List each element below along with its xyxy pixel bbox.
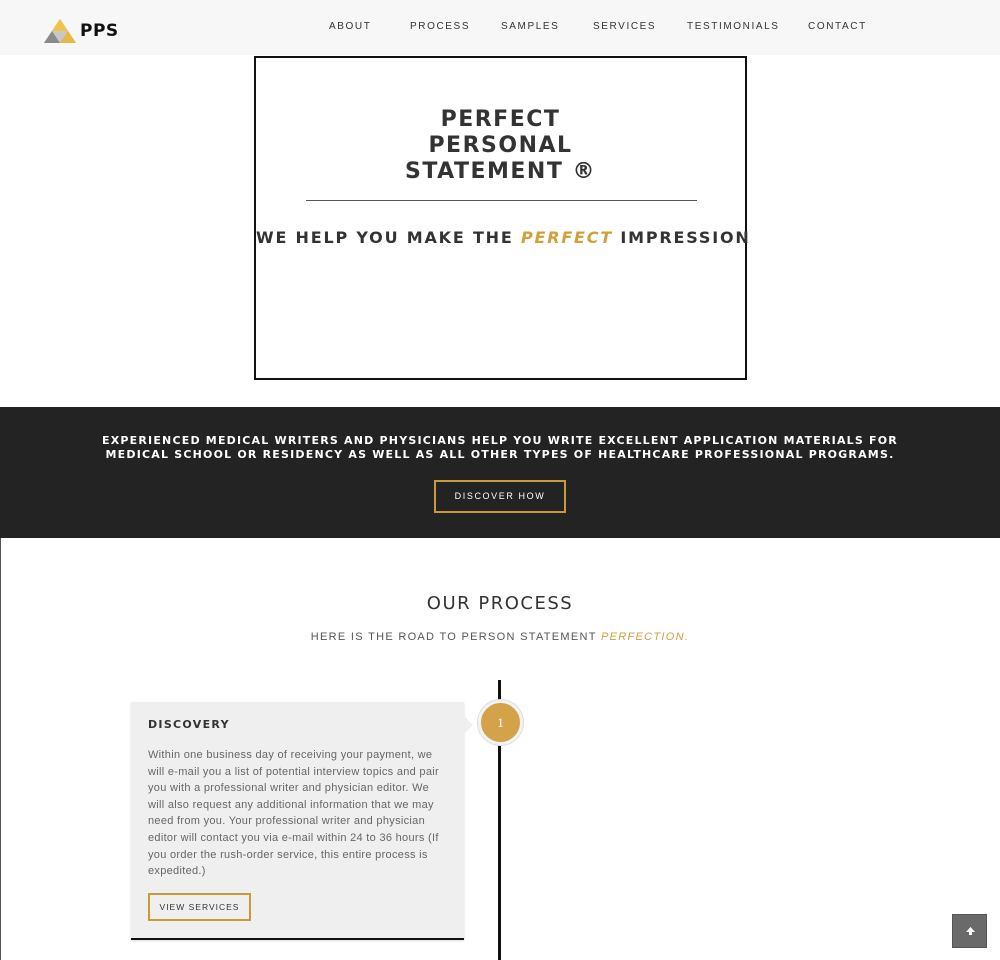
tagline-start: WE HELP YOU MAKE THE xyxy=(256,228,521,247)
scroll-to-top-button[interactable] xyxy=(952,914,987,948)
site-header: PPS ABOUT PROCESS SAMPLES SERVICES TESTI… xyxy=(0,0,1000,55)
tagline-end: IMPRESSION xyxy=(613,228,751,247)
tagline-accent: PERFECT xyxy=(520,228,614,247)
process-subtitle-accent: PERFECTION. xyxy=(600,631,690,643)
nav-samples[interactable]: SAMPLES xyxy=(501,21,559,32)
hero-title-line: PERFECT xyxy=(440,107,561,132)
step-description: Within one business day of receiving you… xyxy=(148,749,439,878)
chevron-up-icon xyxy=(966,927,975,935)
hero-title-line: PERSONAL xyxy=(428,133,573,158)
intro-text: EXPERIENCED MEDICAL WRITERS AND PHYSICIA… xyxy=(102,434,898,461)
nav-about[interactable]: ABOUT xyxy=(329,21,371,32)
card-pointer xyxy=(464,716,473,734)
hero-title-line: STATEMENT ® xyxy=(405,159,596,184)
process-subtitle: HERE IS THE ROAD TO PERSON STATEMENT PER… xyxy=(0,631,1000,643)
nav-process[interactable]: PROCESS xyxy=(410,21,470,32)
nav-testimonials[interactable]: TESTIMONIALS xyxy=(687,21,780,32)
hero-divider xyxy=(306,200,697,201)
hero-title: PERFECT PERSONAL STATEMENT ® xyxy=(256,107,745,185)
nav-contact[interactable]: CONTACT xyxy=(808,21,867,32)
intro-band: EXPERIENCED MEDICAL WRITERS AND PHYSICIA… xyxy=(0,407,1000,538)
view-services-button[interactable]: VIEW SERVICES xyxy=(148,893,251,921)
step-number-badge: 1 xyxy=(478,700,523,745)
discover-how-button[interactable]: DISCOVER HOW xyxy=(434,480,566,513)
process-step-card: DISCOVERY Within one business day of rec… xyxy=(131,702,473,940)
main-nav: ABOUT PROCESS SAMPLES SERVICES TESTIMONI… xyxy=(0,21,1000,35)
step-title: DISCOVERY xyxy=(148,718,230,731)
hero-box: PERFECT PERSONAL STATEMENT ® WE HELP YOU… xyxy=(254,56,749,380)
nav-services[interactable]: SERVICES xyxy=(593,21,656,32)
process-title: OUR PROCESS xyxy=(426,593,574,614)
process-subtitle-text: HERE IS THE ROAD TO PERSON STATEMENT xyxy=(310,631,601,643)
hero-tagline: WE HELP YOU MAKE THE PERFECT IMPRESSION xyxy=(256,228,749,247)
